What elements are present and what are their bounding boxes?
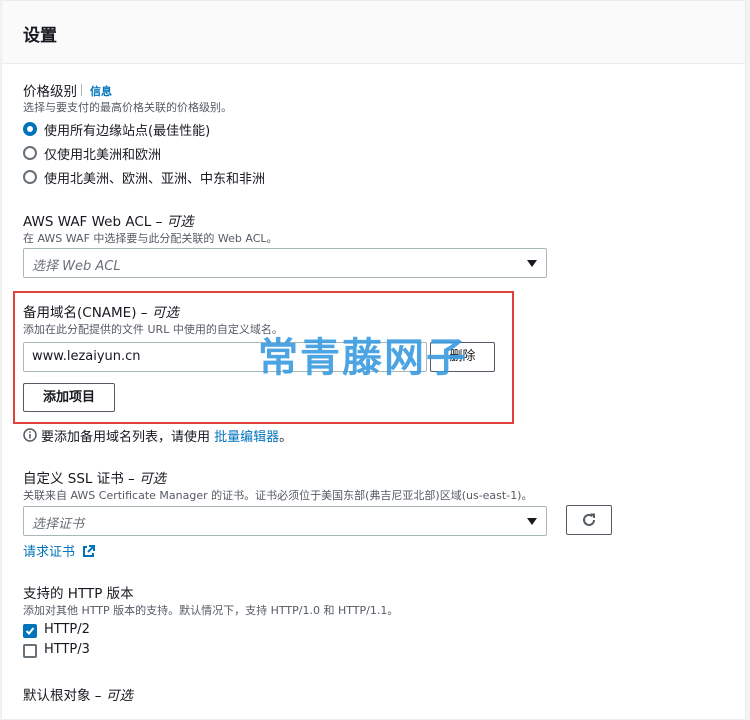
optional-tag: – 可选	[90, 688, 133, 704]
panel-header: 设置	[2, 1, 745, 64]
http-versions-description: 添加对其他 HTTP 版本的支持。默认情况下，支持 HTTP/1.0 和 HTT…	[23, 604, 399, 617]
radio-label: 使用北美洲、欧洲、亚洲、中东和非洲	[44, 172, 266, 187]
request-certificate-text: 请求证书	[23, 545, 76, 560]
waf-select[interactable]: 选择 Web ACL	[23, 248, 547, 278]
request-certificate-link[interactable]: 请求证书	[23, 541, 96, 562]
radio-na-eu[interactable]	[23, 146, 37, 160]
bulk-hint-end: 。	[279, 430, 293, 445]
ssl-label: 自定义 SSL 证书 – 可选	[23, 467, 166, 487]
http-versions-label: 支持的 HTTP 版本	[23, 586, 134, 602]
panel-title: 设置	[23, 26, 57, 46]
bulk-editor-link[interactable]: 批量编辑器	[214, 430, 279, 445]
ssl-certificate-select[interactable]: 选择证书	[23, 506, 547, 536]
radio-na-eu-asia-me-af[interactable]	[23, 170, 37, 184]
external-link-icon	[82, 545, 96, 562]
radio-label: 仅使用北美洲和欧洲	[44, 148, 162, 163]
info-link[interactable]: 信息	[90, 83, 112, 99]
refresh-icon	[581, 512, 597, 532]
default-root-label: 默认根对象 – 可选	[23, 684, 133, 704]
waf-label-text: AWS WAF Web ACL	[23, 214, 152, 230]
info-circle-icon	[23, 427, 37, 446]
bulk-editor-hint: 要添加备用域名列表，请使用 批量编辑器。	[41, 426, 292, 445]
ssl-label-text: 自定义 SSL 证书	[23, 471, 124, 487]
caret-down-icon	[527, 260, 537, 267]
price-class-description: 选择与要支付的最高价格关联的价格级别。	[23, 101, 232, 114]
check-icon	[25, 627, 35, 635]
price-class-label: 价格级别	[23, 84, 77, 100]
ssl-select-placeholder: 选择证书	[32, 517, 85, 532]
caret-down-icon	[527, 518, 537, 525]
bulk-hint-text: 要添加备用域名列表，请使用	[41, 430, 215, 445]
checkbox-http3[interactable]	[23, 644, 37, 658]
waf-select-placeholder: 选择 Web ACL	[32, 259, 121, 274]
radio-label: 使用所有边缘站点(最佳性能)	[44, 124, 211, 139]
ssl-description: 关联来自 AWS Certificate Manager 的证书。证书必须位于美…	[23, 489, 533, 502]
checkbox-http2[interactable]	[23, 624, 37, 638]
optional-tag: – 可选	[123, 471, 167, 487]
waf-description: 在 AWS WAF 中选择要与此分配关联的 Web ACL。	[23, 232, 278, 245]
optional-tag: – 可选	[151, 214, 194, 230]
default-root-label-text: 默认根对象	[23, 688, 91, 704]
refresh-button[interactable]	[566, 505, 612, 535]
radio-all-edge-locations[interactable]	[23, 122, 37, 136]
highlight-box	[13, 291, 514, 424]
divider	[81, 84, 82, 96]
checkbox-label: HTTP/2	[44, 622, 90, 637]
waf-label: AWS WAF Web ACL – 可选	[23, 210, 194, 230]
checkbox-label: HTTP/3	[44, 642, 90, 657]
